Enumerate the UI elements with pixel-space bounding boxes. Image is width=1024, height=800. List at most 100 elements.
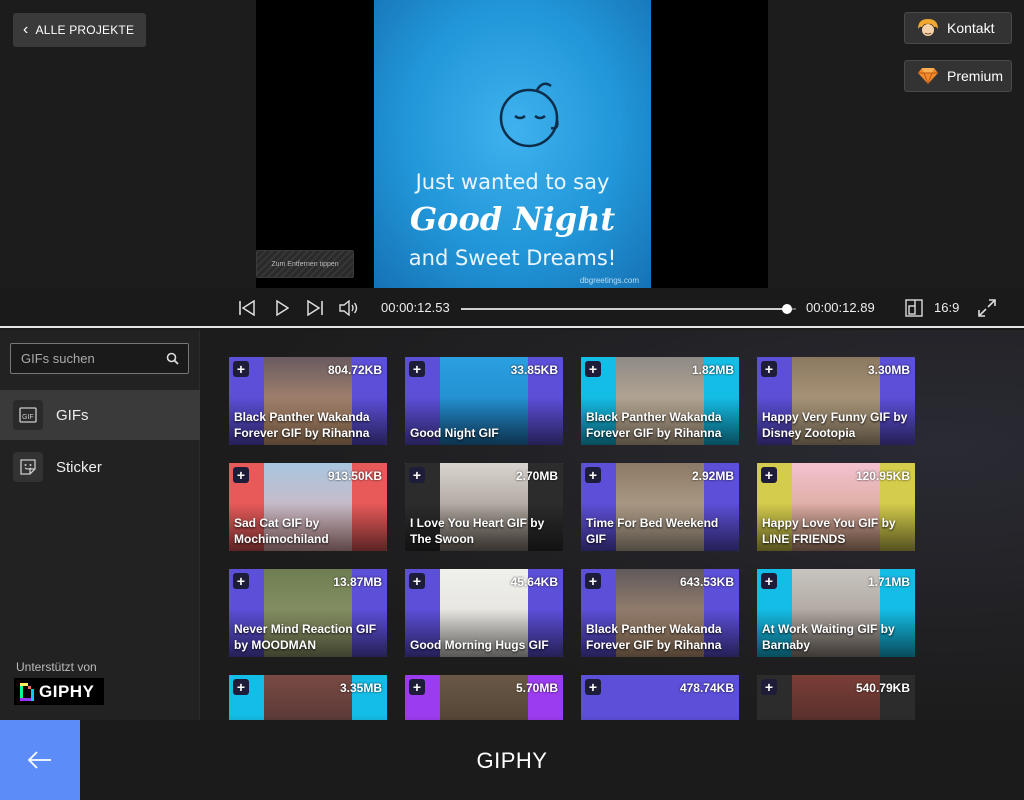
add-gif-button[interactable]: +	[233, 679, 249, 695]
gif-tile[interactable]: +3.35MB	[229, 675, 387, 720]
gif-tile[interactable]: +45.64KB Good Morning Hugs GIF	[405, 569, 563, 657]
gif-title: Time For Bed Weekend GIF	[586, 516, 719, 546]
fullscreen-icon[interactable]	[977, 298, 997, 318]
gif-file-size: 3.35MB	[339, 681, 382, 695]
gif-tile[interactable]: +2.70MB I Love You Heart GIF by The Swoon	[405, 463, 563, 551]
gif-file-size: 2.70MB	[515, 469, 558, 483]
gif-icon: GIF	[13, 400, 43, 430]
gif-title: Good Morning Hugs GIF	[410, 638, 549, 652]
gif-search-box[interactable]	[10, 343, 189, 374]
supported-by-label: Unterstützt von	[16, 660, 97, 674]
gif-title: Happy Very Funny GIF by Disney Zootopia	[762, 410, 908, 440]
panel-title: GIPHY	[476, 748, 548, 773]
add-gif-button[interactable]: +	[761, 361, 777, 377]
sticker-icon	[13, 452, 43, 482]
all-projects-button[interactable]: ‹ ALLE PROJEKTE	[13, 13, 147, 47]
premium-button[interactable]: Premium	[904, 60, 1012, 92]
timeline-progress	[461, 308, 787, 310]
gif-tile[interactable]: +5.70MB	[405, 675, 563, 720]
transport-bar: 00:00:12.53 00:00:12.89 16:9	[0, 288, 1024, 328]
gif-file-size: 1.82MB	[691, 363, 734, 377]
add-gif-button[interactable]: +	[409, 573, 425, 589]
gif-file-size: 3.30MB	[867, 363, 910, 377]
gif-tile[interactable]: +478.74KB	[581, 675, 739, 720]
gif-tile[interactable]: +120.95KB Happy Love You GIF by LINE FRIE…	[757, 463, 915, 551]
add-gif-button[interactable]: +	[585, 679, 601, 695]
gif-search-input[interactable]	[21, 344, 161, 373]
sleeping-face-icon: Z z	[499, 82, 559, 148]
gif-file-size: 2.92MB	[691, 469, 734, 483]
gif-file-size: 804.72KB	[327, 363, 382, 377]
tap-to-remove-button[interactable]: Zum Entfernen tippen	[256, 250, 354, 278]
add-gif-button[interactable]: +	[761, 679, 777, 695]
gif-results-grid: +804.72KB Black Panther Wakanda Forever G…	[201, 330, 1024, 720]
contact-button[interactable]: Kontakt	[904, 12, 1012, 44]
gif-tile[interactable]: +1.71MB At Work Waiting GIF by Barnaby	[757, 569, 915, 657]
add-gif-button[interactable]: +	[233, 361, 249, 377]
gif-tile[interactable]: +643.53KB Black Panther Wakanda Forever G…	[581, 569, 739, 657]
chevron-left-icon: ‹	[23, 21, 29, 38]
giphy-logo: GIPHY	[14, 678, 104, 705]
gif-file-size: 33.85KB	[510, 363, 558, 377]
preview-credit: dbgreetings.com	[579, 276, 639, 285]
gif-tile[interactable]: +33.85KB Good Night GIF	[405, 357, 563, 445]
gif-tile[interactable]: +913.50KB Sad Cat GIF by Mochimochiland	[229, 463, 387, 551]
aspect-ratio-label[interactable]: 16:9	[934, 300, 959, 315]
preview-area: Z z Just wanted to say Good Night and Sw…	[0, 0, 1024, 288]
add-gif-button[interactable]: +	[585, 467, 601, 483]
add-gif-button[interactable]: +	[585, 573, 601, 589]
gif-file-size: 540.79KB	[855, 681, 910, 695]
giphy-logo-text: GIPHY	[39, 681, 95, 701]
sidebar-item-gifs[interactable]: GIF GIFs	[0, 390, 200, 440]
svg-text:GIF: GIF	[22, 414, 34, 421]
gif-tile[interactable]: +13.87MB Never Mind Reaction GIF by MOODM…	[229, 569, 387, 657]
add-gif-button[interactable]: +	[233, 573, 249, 589]
gif-file-size: 13.87MB	[333, 575, 382, 589]
add-gif-button[interactable]: +	[409, 679, 425, 695]
preview-line-3: and Sweet Dreams!	[408, 246, 617, 270]
skip-back-icon[interactable]	[237, 298, 257, 318]
gif-file-size: 45.64KB	[510, 575, 558, 589]
diamond-icon	[915, 67, 941, 85]
gif-tile[interactable]: +804.72KB Black Panther Wakanda Forever G…	[229, 357, 387, 445]
gif-file-size: 643.53KB	[679, 575, 734, 589]
gif-title: I Love You Heart GIF by The Swoon	[410, 516, 545, 546]
aspect-ratio-icon[interactable]	[904, 298, 924, 318]
sidebar-item-sticker[interactable]: Sticker	[0, 442, 200, 492]
giphy-mark-icon	[20, 682, 34, 701]
preview-line-2: Good Night	[409, 200, 616, 238]
sidebar: GIF GIFs Sticker Unterstützt von GIPHY	[0, 330, 200, 720]
volume-icon[interactable]	[339, 298, 359, 318]
gif-tile[interactable]: +1.82MB Black Panther Wakanda Forever GIF…	[581, 357, 739, 445]
add-gif-button[interactable]: +	[585, 361, 601, 377]
contact-label: Kontakt	[947, 20, 995, 36]
add-gif-button[interactable]: +	[233, 467, 249, 483]
gif-file-size: 478.74KB	[679, 681, 734, 695]
add-gif-button[interactable]: +	[409, 361, 425, 377]
play-icon[interactable]	[272, 298, 292, 318]
app: Z z Just wanted to say Good Night and Sw…	[0, 0, 1024, 800]
gif-title: Black Panther Wakanda Forever GIF by Rih…	[586, 410, 722, 440]
timeline-handle[interactable]	[781, 304, 792, 314]
add-gif-button[interactable]: +	[409, 467, 425, 483]
gif-title: Good Night GIF	[410, 426, 499, 440]
contact-avatar-icon	[915, 17, 941, 39]
gif-title: Black Panther Wakanda Forever GIF by Rih…	[234, 410, 370, 440]
bottom-bar: GIPHY	[0, 720, 1024, 800]
gif-tile[interactable]: +540.79KB	[757, 675, 915, 720]
search-icon[interactable]	[166, 352, 179, 365]
sidebar-item-label: Sticker	[56, 458, 102, 476]
sidebar-item-label: GIFs	[56, 406, 89, 424]
gif-title: Happy Love You GIF by LINE FRIENDS	[762, 516, 896, 546]
add-gif-button[interactable]: +	[761, 573, 777, 589]
gif-file-size: 5.70MB	[515, 681, 558, 695]
gif-tile[interactable]: +3.30MB Happy Very Funny GIF by Disney Zo…	[757, 357, 915, 445]
preview-line-1: Just wanted to say	[415, 170, 610, 194]
gif-tile[interactable]: +2.92MB Time For Bed Weekend GIF	[581, 463, 739, 551]
add-gif-button[interactable]: +	[761, 467, 777, 483]
all-projects-label: ALLE PROJEKTE	[35, 23, 135, 37]
gif-title: Black Panther Wakanda Forever GIF by Rih…	[586, 622, 722, 652]
timeline-scrubber[interactable]	[461, 304, 796, 314]
preview-gif[interactable]: Z z Just wanted to say Good Night and Sw…	[374, 0, 651, 288]
skip-forward-icon[interactable]	[305, 298, 325, 318]
